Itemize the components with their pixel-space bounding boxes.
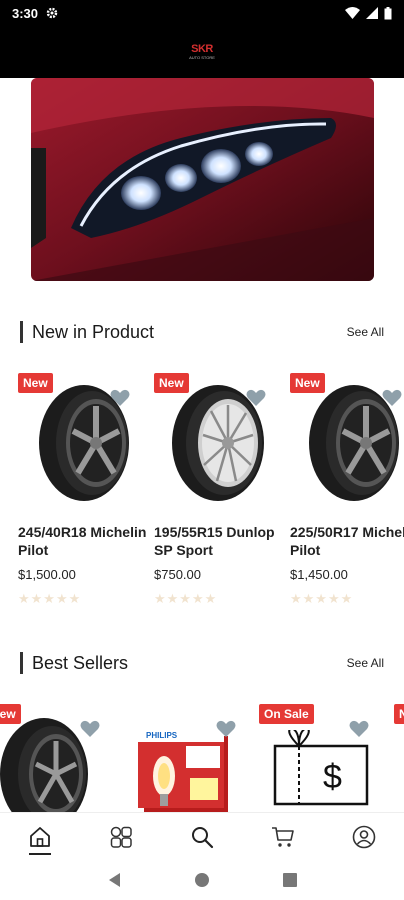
product-price: $1,500.00 bbox=[18, 567, 76, 582]
new-badge: New bbox=[18, 373, 53, 393]
headlight-bulb-box-image: PHILIPS bbox=[138, 726, 228, 812]
product-price: $1,450.00 bbox=[290, 567, 348, 582]
product-name: 225/50R17 Michelin Pilot bbox=[290, 524, 404, 558]
svg-text:$: $ bbox=[323, 758, 342, 796]
logo-subtext: AUTO STORE bbox=[189, 54, 215, 60]
hero-car-headlight-image bbox=[31, 78, 374, 281]
favorite-heart-icon[interactable] bbox=[246, 389, 266, 407]
rating-stars: ★★★★★ bbox=[290, 591, 354, 606]
settings-icon bbox=[46, 7, 58, 19]
new-badge: New bbox=[0, 704, 21, 724]
nav-categories[interactable] bbox=[101, 817, 141, 857]
section-title: New in Product bbox=[32, 321, 155, 342]
best-sellers-header: Best Sellers See All bbox=[20, 651, 384, 675]
on-sale-badge: On Sale bbox=[259, 704, 314, 724]
gift-card-image: $ bbox=[273, 730, 369, 806]
categories-icon bbox=[110, 826, 132, 848]
home-circle-icon[interactable] bbox=[194, 872, 210, 888]
account-icon bbox=[352, 825, 375, 848]
new-badge: New bbox=[290, 373, 325, 393]
favorite-heart-icon[interactable] bbox=[110, 389, 130, 407]
favorite-heart-icon[interactable] bbox=[80, 720, 100, 738]
section-accent-bar bbox=[20, 321, 23, 343]
favorite-heart-icon[interactable] bbox=[382, 389, 402, 407]
wifi-icon bbox=[345, 7, 360, 19]
status-time: 3:30 bbox=[12, 5, 39, 21]
new-badge: New bbox=[154, 373, 189, 393]
new-in-product-header: New in Product See All bbox=[20, 320, 384, 344]
back-icon[interactable] bbox=[107, 872, 121, 888]
section-accent-bar bbox=[20, 652, 23, 674]
battery-icon bbox=[384, 6, 392, 19]
nav-cart[interactable] bbox=[263, 817, 303, 857]
cart-icon bbox=[271, 826, 294, 847]
search-icon bbox=[191, 826, 214, 848]
product-card[interactable]: New bbox=[394, 704, 404, 812]
product-card[interactable]: PHILIPS bbox=[124, 704, 246, 812]
nav-account[interactable] bbox=[344, 817, 384, 857]
status-bar: 3:30 bbox=[0, 0, 404, 26]
see-all-link[interactable]: See All bbox=[347, 325, 384, 339]
svg-text:PHILIPS: PHILIPS bbox=[146, 731, 178, 740]
favorite-heart-icon[interactable] bbox=[349, 720, 369, 738]
see-all-link[interactable]: See All bbox=[347, 656, 384, 670]
home-icon bbox=[30, 826, 51, 847]
rating-stars: ★★★★★ bbox=[154, 591, 218, 606]
recents-icon[interactable] bbox=[283, 873, 298, 887]
section-title: Best Sellers bbox=[32, 652, 129, 673]
product-price: $750.00 bbox=[154, 567, 201, 582]
signal-icon bbox=[366, 7, 378, 19]
bottom-navigation bbox=[0, 812, 404, 860]
product-name: 245/40R18 Michelin Pilot bbox=[18, 524, 147, 558]
favorite-heart-icon[interactable] bbox=[216, 720, 236, 738]
nav-search[interactable] bbox=[182, 817, 222, 857]
logo-mark: SKR bbox=[191, 42, 213, 55]
product-card[interactable]: New bbox=[0, 704, 108, 812]
rating-stars: ★★★★★ bbox=[18, 591, 82, 606]
product-name: 195/55R15 Dunlop SP Sport bbox=[154, 524, 275, 558]
nav-home[interactable] bbox=[20, 817, 60, 857]
system-navigation-bar bbox=[0, 860, 404, 900]
product-card[interactable]: $ On Sale bbox=[259, 704, 381, 812]
app-header: SKR AUTO STORE bbox=[0, 26, 404, 78]
new-badge: New bbox=[394, 704, 404, 724]
brand-logo[interactable]: SKR AUTO STORE bbox=[182, 34, 222, 70]
hero-banner[interactable] bbox=[31, 78, 374, 281]
